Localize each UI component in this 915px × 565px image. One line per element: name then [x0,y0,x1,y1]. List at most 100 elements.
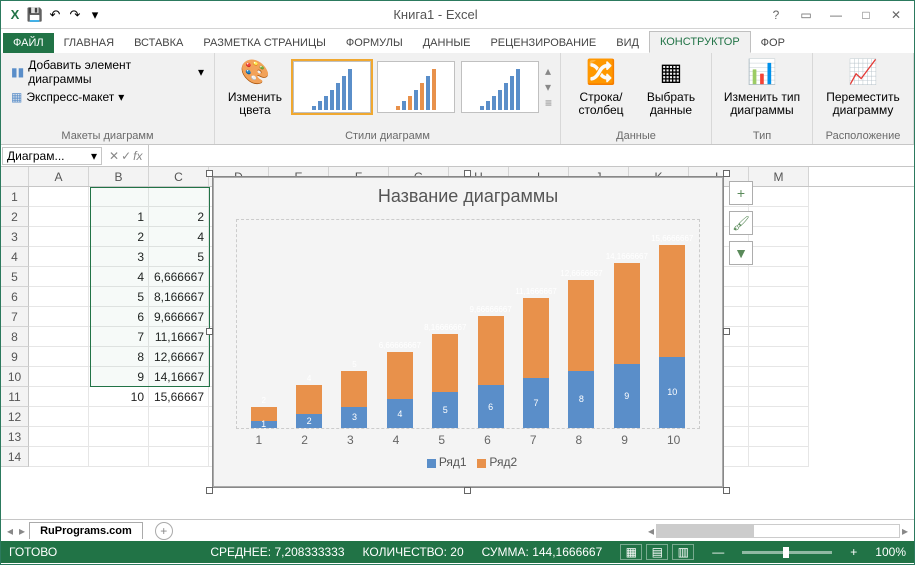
row-header[interactable]: 9 [1,347,29,367]
legend[interactable]: Ряд1 Ряд2 [214,455,722,469]
zoom-slider[interactable] [742,551,832,554]
cell[interactable] [149,447,209,467]
cell[interactable]: 9,666667 [149,307,209,327]
bar-segment-series1[interactable]: 8 [568,371,594,428]
chart-elements-button[interactable]: + [729,181,753,205]
cell[interactable]: 4 [149,227,209,247]
row-header[interactable]: 5 [1,267,29,287]
zoom-value[interactable]: 100% [875,545,906,559]
cell[interactable] [29,207,89,227]
bar-segment-series1[interactable]: 2 [296,414,322,428]
switch-row-column-button[interactable]: 🔀 Строка/ столбец [569,57,633,117]
chart-style-2[interactable] [377,61,455,113]
cell[interactable]: 3 [89,247,149,267]
tab-file[interactable]: ФАЙЛ [3,33,54,53]
tab-format[interactable]: ФОР [751,33,795,53]
bar-segment-series2[interactable] [659,245,685,357]
cell[interactable] [749,327,809,347]
tab-review[interactable]: РЕЦЕНЗИРОВАНИЕ [480,33,606,53]
row-header[interactable]: 2 [1,207,29,227]
qat-customize-icon[interactable]: ▾ [87,7,103,23]
cell[interactable] [149,407,209,427]
cell[interactable] [149,187,209,207]
formula-input[interactable] [148,145,914,166]
cell[interactable] [749,267,809,287]
bar-segment-series2[interactable] [523,298,549,378]
view-page-break-icon[interactable]: ▥ [672,544,694,560]
cell[interactable]: 4 [89,267,149,287]
bar-segment-series1[interactable]: 7 [523,378,549,428]
select-all-corner[interactable] [1,167,29,186]
view-page-layout-icon[interactable]: ▤ [646,544,668,560]
change-chart-type-button[interactable]: 📊 Изменить тип диаграммы [720,57,804,117]
cell[interactable] [29,307,89,327]
cell[interactable] [749,207,809,227]
tab-formulas[interactable]: ФОРМУЛЫ [336,33,413,53]
row-header[interactable]: 12 [1,407,29,427]
cell[interactable] [749,447,809,467]
bar-segment-series1[interactable]: 10 [659,357,685,428]
close-icon[interactable]: ✕ [882,5,910,25]
bar-segment-series1[interactable]: 6 [478,385,504,428]
cell[interactable]: 11,16667 [149,327,209,347]
styles-scroll[interactable]: ▴▾≡ [545,64,552,110]
chart-styles-button[interactable]: 🖌 [729,211,753,235]
view-normal-icon[interactable]: ▦ [620,544,642,560]
bar-segment-series2[interactable] [614,263,640,364]
fx-icon[interactable]: fx [133,149,142,163]
undo-icon[interactable]: ↶ [47,7,63,23]
cell[interactable] [29,187,89,207]
zoom-out-icon[interactable]: — [712,545,724,559]
quick-layout-button[interactable]: ▦ Экспресс-макет▾ [9,89,206,105]
cell[interactable] [89,447,149,467]
row-header[interactable]: 7 [1,307,29,327]
bar-segment-series1[interactable]: 5 [432,392,458,428]
cell[interactable]: 6 [89,307,149,327]
sheet-tab[interactable]: RuPrograms.com [29,522,143,539]
bar-segment-series2[interactable] [341,371,367,407]
ribbon-options-icon[interactable]: ▭ [792,5,820,25]
cell[interactable]: 15,66667 [149,387,209,407]
cell[interactable]: 2 [149,207,209,227]
tab-page-layout[interactable]: РАЗМЕТКА СТРАНИЦЫ [193,33,335,53]
col-header[interactable]: C [149,167,209,186]
cell[interactable]: 10 [89,387,149,407]
cell[interactable] [29,287,89,307]
cell[interactable] [749,347,809,367]
add-chart-element-button[interactable]: ▮▮ Добавить элемент диаграммы▾ [9,57,206,87]
tab-insert[interactable]: ВСТАВКА [124,33,193,53]
cell[interactable]: 7 [89,327,149,347]
cell[interactable]: 8,166667 [149,287,209,307]
cell[interactable] [149,427,209,447]
cell[interactable] [29,227,89,247]
cell[interactable]: 1 [89,207,149,227]
bar-segment-series2[interactable] [478,316,504,385]
help-icon[interactable]: ? [762,5,790,25]
cell[interactable] [749,407,809,427]
save-icon[interactable]: 💾 [27,7,43,23]
move-chart-button[interactable]: 📈 Переместить диаграмму [821,57,905,117]
bar-segment-series1[interactable]: 4 [387,399,413,428]
col-header[interactable]: B [89,167,149,186]
chart-filters-button[interactable]: ▼ [729,241,753,265]
cell[interactable]: 12,66667 [149,347,209,367]
cell[interactable] [749,227,809,247]
new-sheet-button[interactable]: + [155,522,173,540]
cell[interactable] [29,387,89,407]
cell[interactable] [29,427,89,447]
select-data-button[interactable]: ▦ Выбрать данные [639,57,703,117]
cell[interactable]: 6,666667 [149,267,209,287]
cell[interactable] [29,407,89,427]
bar-segment-series2[interactable] [296,385,322,414]
cell[interactable] [29,347,89,367]
cell[interactable] [749,247,809,267]
row-header[interactable]: 4 [1,247,29,267]
bar-segment-series2[interactable] [432,334,458,392]
cell[interactable] [749,307,809,327]
cell[interactable] [749,187,809,207]
bar-segment-series2[interactable] [568,280,594,370]
tab-design[interactable]: КОНСТРУКТОР [649,31,751,53]
cell[interactable] [29,247,89,267]
chart-object[interactable]: Название диаграммы 12243546,6666666758,1… [213,177,723,487]
cell[interactable]: 5 [89,287,149,307]
